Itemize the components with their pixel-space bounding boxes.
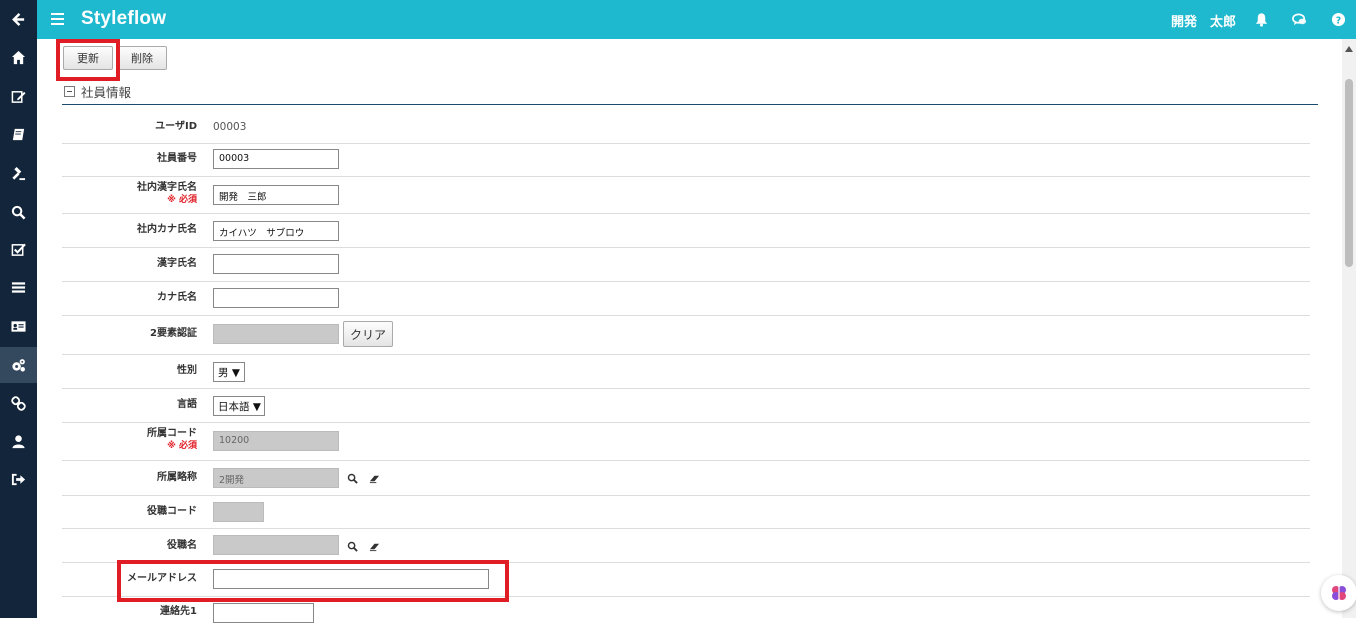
label-position-name: 役職名 (167, 540, 197, 551)
link-icon[interactable] (0, 385, 37, 421)
dept-short-input: 2開発 (213, 468, 339, 488)
row-contact1: 連絡先1 (62, 596, 1310, 626)
label-dept-short: 所属略称 (157, 472, 197, 483)
gavel-icon[interactable] (0, 155, 37, 191)
hamburger-menu-icon[interactable] (51, 13, 64, 26)
position-code-input (213, 502, 264, 522)
label-dept-code-text: 所属コード (147, 428, 197, 439)
label-two-factor: 2要素認証 (150, 328, 197, 339)
app-header: Styleflow 開発 太郎 ? (37, 0, 1356, 39)
section-divider (62, 104, 1318, 105)
list-icon[interactable] (0, 269, 37, 305)
kanji-name-input[interactable] (213, 254, 339, 274)
bell-icon[interactable] (1254, 12, 1269, 27)
label-gender: 性別 (177, 365, 197, 376)
row-language: 言語 日本語 ▼ (62, 388, 1310, 423)
label-position-code: 役職コード (147, 506, 197, 517)
section-title: 社員情報 (81, 84, 132, 100)
two-factor-input (213, 324, 339, 344)
language-select-value: 日本語 (218, 401, 250, 413)
help-icon[interactable]: ? (1331, 12, 1346, 27)
clear-button[interactable]: クリア (343, 321, 393, 347)
row-two-factor: 2要素認証 クリア (62, 315, 1310, 355)
label-contact1: 連絡先1 (160, 606, 197, 617)
label-dept-code: 所属コード ※ 必須 (62, 428, 197, 452)
search-icon[interactable] (0, 194, 37, 230)
gears-icon[interactable] (0, 347, 37, 383)
section-header[interactable]: 社員情報 (64, 81, 131, 101)
row-employee-no: 社員番号 00003 (62, 143, 1310, 177)
employee-no-input[interactable]: 00003 (213, 149, 339, 169)
kanji-name-internal-input[interactable]: 開発 三郎 (213, 185, 339, 205)
row-dept-short: 所属略称 2開発 (62, 460, 1310, 496)
user-icon[interactable] (0, 423, 37, 459)
main-content: 更新 削除 社員情報 ユーザID 00003 社員番号 00003 社内漢字氏名… (37, 39, 1342, 623)
chat-icon[interactable] (1292, 12, 1307, 27)
brain-icon (1332, 586, 1346, 600)
language-select[interactable]: 日本語 ▼ (213, 396, 265, 416)
label-kanji-name-internal: 社内漢字氏名 ※ 必須 (62, 182, 197, 206)
label-employee-no: 社員番号 (157, 153, 197, 164)
row-gender: 性別 男 ▼ (62, 354, 1310, 389)
label-kanji-name: 漢字氏名 (157, 258, 197, 269)
gender-select-value: 男 (218, 367, 229, 379)
caret-down-icon: ▼ (249, 401, 261, 413)
highlight-box-update (56, 39, 120, 81)
label-kana-name-internal: 社内カナ氏名 (137, 224, 197, 235)
row-position-name: 役職名 (62, 528, 1310, 563)
edit-icon[interactable] (0, 78, 37, 114)
delete-button[interactable]: 削除 (117, 46, 167, 70)
contact1-input[interactable] (213, 603, 314, 623)
position-name-input (213, 535, 339, 555)
dept-code-input: 10200 (213, 431, 339, 451)
collapse-icon[interactable] (64, 85, 75, 97)
row-dept-code: 所属コード ※ 必須 10200 (62, 422, 1310, 461)
assistant-button[interactable] (1321, 575, 1356, 611)
required-mark: ※ 必須 (167, 195, 197, 205)
id-card-icon[interactable] (0, 308, 37, 344)
back-arrow-icon[interactable] (0, 0, 37, 38)
label-kanji-name-internal-text: 社内漢字氏名 (137, 182, 197, 193)
kana-name-internal-input[interactable]: カイハツ サブロウ (213, 221, 339, 241)
check-icon[interactable] (0, 231, 37, 267)
label-language: 言語 (177, 399, 197, 410)
row-kanji-name-internal: 社内漢字氏名 ※ 必須 開発 三郎 (62, 176, 1310, 214)
svg-text:?: ? (1336, 15, 1341, 26)
sign-out-icon[interactable] (0, 461, 37, 497)
user-name[interactable]: 開発 太郎 (1171, 11, 1236, 30)
scroll-thumb[interactable] (1345, 79, 1353, 267)
home-icon[interactable] (0, 39, 37, 75)
row-kanji-name: 漢字氏名 (62, 247, 1310, 282)
eraser-icon[interactable] (369, 541, 380, 552)
gender-select[interactable]: 男 ▼ (213, 362, 245, 382)
row-position-code: 役職コード (62, 495, 1310, 529)
label-user-id: ユーザID (155, 121, 197, 132)
search-icon[interactable] (347, 473, 358, 484)
app-title: Styleflow (81, 8, 167, 29)
sidebar (0, 0, 37, 618)
label-kana-name: カナ氏名 (157, 292, 197, 303)
row-kana-name: カナ氏名 (62, 281, 1310, 316)
scroll-up-arrow-icon[interactable] (1345, 46, 1353, 52)
required-mark: ※ 必須 (167, 441, 197, 451)
eraser-icon[interactable] (369, 473, 380, 484)
row-kana-name-internal: 社内カナ氏名 カイハツ サブロウ (62, 213, 1310, 248)
vertical-scrollbar[interactable] (1342, 39, 1356, 618)
book-icon[interactable] (0, 116, 37, 152)
row-user-id: ユーザID 00003 (62, 109, 1310, 144)
kana-name-input[interactable] (213, 288, 339, 308)
caret-down-icon: ▼ (228, 367, 240, 379)
search-icon[interactable] (347, 541, 358, 552)
value-user-id: 00003 (213, 121, 247, 133)
